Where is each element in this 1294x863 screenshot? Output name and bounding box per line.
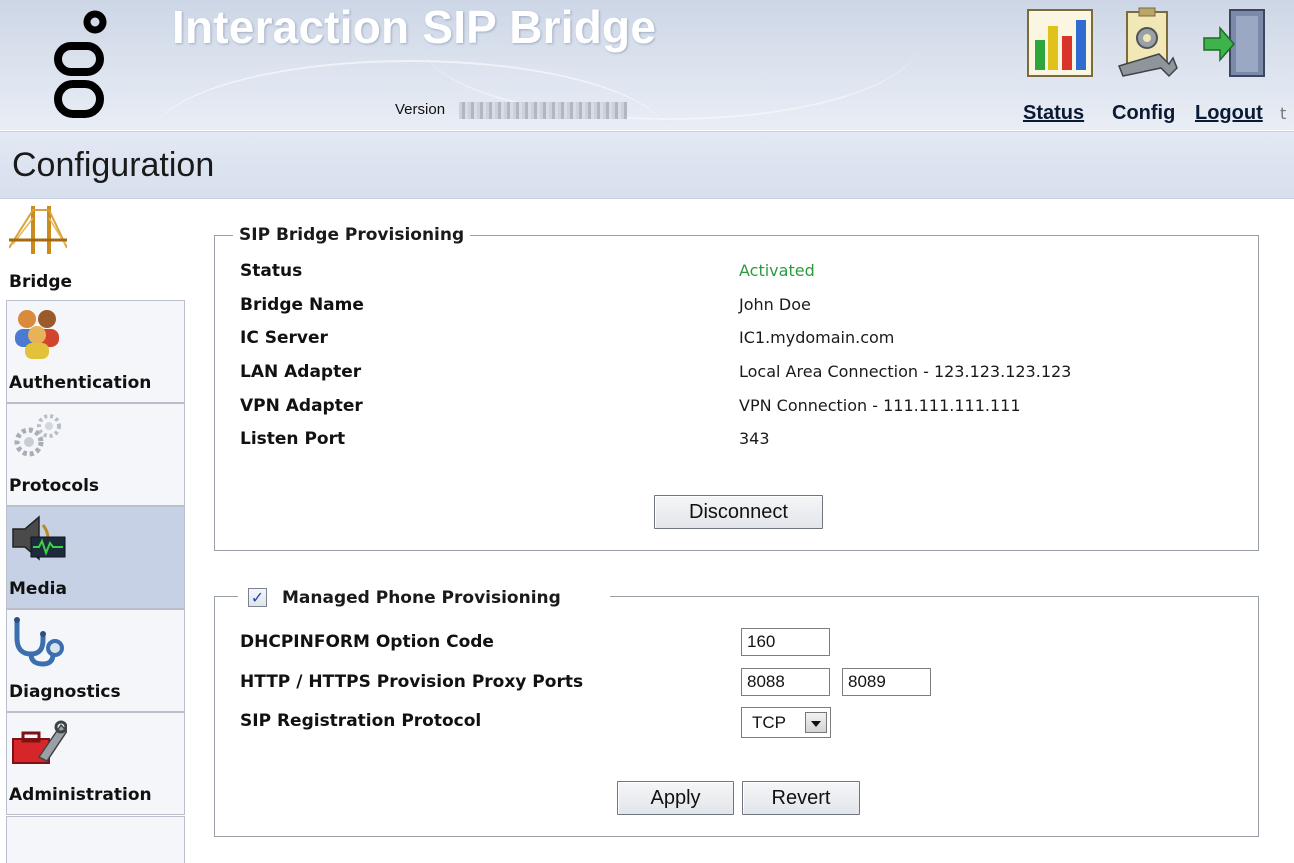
bridge-provisioning-legend: SIP Bridge Provisioning [233, 225, 471, 245]
sidebar-filler [6, 816, 185, 863]
version-value-redacted [459, 102, 627, 119]
vpn-adapter-label: VPN Adapter [240, 396, 363, 416]
version-label: Version [395, 101, 446, 118]
sidebar-item-label: Protocols [9, 476, 100, 496]
page-title-bar: Configuration [0, 131, 1294, 199]
lan-adapter-value: Local Area Connection - 123.123.123.123 [739, 362, 1072, 381]
sip-registration-protocol-select[interactable]: TCP [741, 707, 831, 738]
genesys-logo [54, 10, 107, 118]
app-title: Interaction SIP Bridge [172, 1, 657, 53]
users-icon [15, 310, 59, 359]
sip-registration-protocol-label: SIP Registration Protocol [240, 711, 482, 731]
bridge-name-value: John Doe [739, 295, 811, 314]
door-exit-icon[interactable] [1200, 6, 1270, 80]
https-proxy-port-input[interactable]: 8089 [842, 668, 931, 696]
listen-port-label: Listen Port [240, 429, 346, 449]
vpn-adapter-value: VPN Connection - 111.111.111.111 [739, 396, 1021, 415]
sidebar-item-administration[interactable]: Administration [6, 712, 185, 815]
chevron-down-icon[interactable] [805, 712, 827, 733]
sip-registration-protocol-value: TCP [752, 713, 786, 732]
header-trailing-char: t [1280, 104, 1287, 123]
sidebar-item-label: Administration [9, 785, 152, 805]
sidebar-item-label: Diagnostics [9, 682, 121, 702]
sidebar: Bridge Authentication Protocols Media Di… [0, 199, 185, 863]
http-proxy-port-input[interactable]: 8088 [741, 668, 830, 696]
gears-icon [14, 414, 61, 457]
sidebar-item-label: Authentication [9, 373, 152, 393]
sidebar-item-label: Bridge [9, 272, 73, 292]
listen-port-value: 343 [739, 429, 770, 448]
sidebar-item-protocols[interactable]: Protocols [6, 403, 185, 506]
phone-provisioning-legend: Managed Phone Provisioning [282, 588, 561, 608]
app-header: Interaction SIP Bridge Version Status Co… [0, 0, 1294, 130]
sidebar-item-diagnostics[interactable]: Diagnostics [6, 609, 185, 712]
sidebar-item-authentication[interactable]: Authentication [6, 300, 185, 403]
stethoscope-icon [14, 617, 64, 667]
proxy-ports-label: HTTP / HTTPS Provision Proxy Ports [240, 672, 584, 692]
sidebar-item-label: Media [9, 579, 67, 599]
managed-phone-provisioning-checkbox[interactable]: ✓ [248, 588, 267, 607]
dhcp-option-code-label: DHCPINFORM Option Code [240, 632, 494, 652]
bar-chart-icon[interactable] [1026, 6, 1096, 80]
nav-config-link[interactable]: Config [1112, 102, 1175, 125]
status-value: Activated [739, 261, 815, 280]
status-label: Status [240, 261, 303, 281]
nav-status-link[interactable]: Status [1023, 102, 1084, 125]
nav-logout-link[interactable]: Logout [1195, 102, 1263, 125]
ic-server-label: IC Server [240, 328, 328, 348]
sidebar-item-bridge[interactable]: Bridge [6, 199, 185, 302]
sidebar-item-media[interactable]: Media [6, 506, 185, 609]
page-title: Configuration [12, 146, 215, 184]
speaker-icon [12, 515, 66, 561]
clipboard-wrench-icon[interactable] [1115, 6, 1185, 80]
lan-adapter-label: LAN Adapter [240, 362, 362, 382]
toolbox-icon [12, 720, 67, 764]
revert-button[interactable]: Revert [742, 781, 860, 815]
ic-server-value: IC1.mydomain.com [739, 328, 895, 347]
bridge-icon [9, 206, 67, 254]
apply-button[interactable]: Apply [617, 781, 734, 815]
disconnect-button[interactable]: Disconnect [654, 495, 823, 529]
bridge-name-label: Bridge Name [240, 295, 364, 315]
dhcp-option-code-input[interactable]: 160 [741, 628, 830, 656]
